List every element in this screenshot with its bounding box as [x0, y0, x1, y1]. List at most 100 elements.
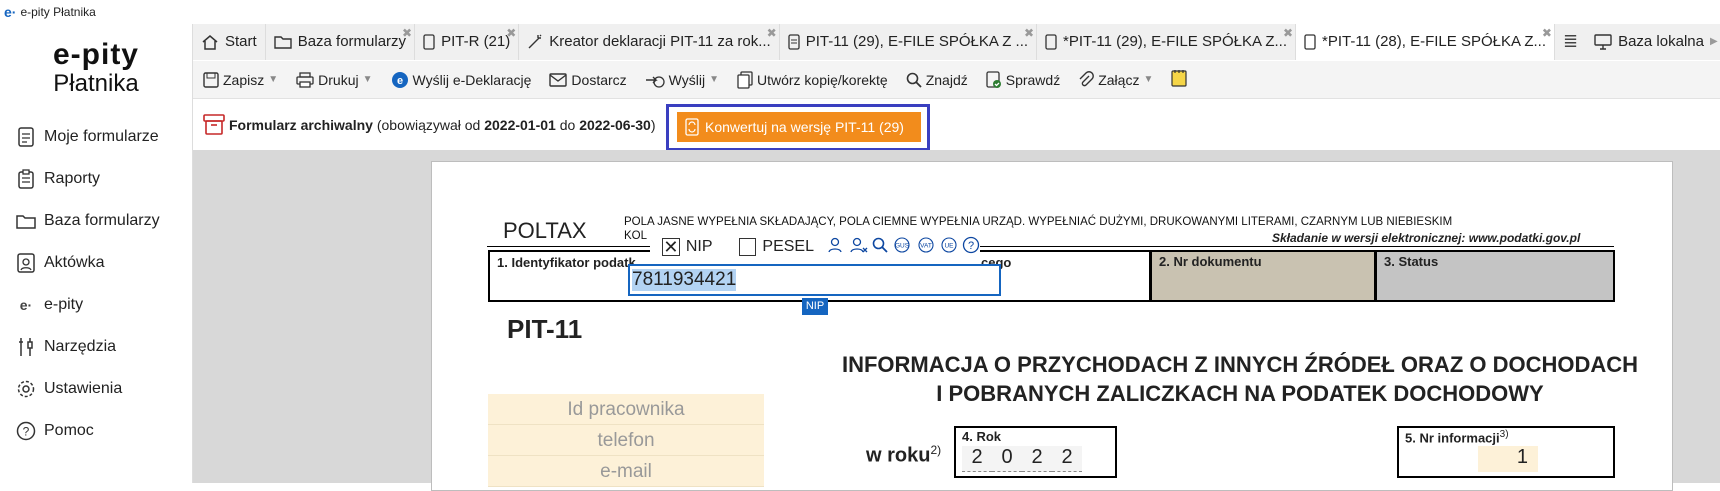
archive-to-date: 2022-06-30: [579, 117, 651, 133]
list-icon: ≣: [1562, 31, 1579, 51]
local-db-label: Baza lokalna: [1618, 33, 1704, 50]
brand-logo: e-pity Płatnika: [0, 24, 192, 98]
window-title: e-pity Płatnika: [20, 5, 96, 19]
monitor-icon: [1594, 33, 1612, 50]
close-icon[interactable]: ✖: [767, 26, 777, 40]
sidebar-item-label: Raporty: [44, 170, 101, 187]
local-db-button[interactable]: Baza lokalna ▶: [1586, 23, 1720, 60]
sidebar-item-e-pity[interactable]: e· e-pity: [0, 284, 192, 326]
sidebar-item-label: Baza formularzy: [44, 212, 160, 229]
tab-pit-r[interactable]: PIT-R (21) ✖: [415, 23, 520, 60]
email-field[interactable]: e-mail: [488, 456, 764, 487]
deliver-button[interactable]: Dostarcz: [549, 72, 627, 88]
archive-from-date: 2022-01-01: [484, 117, 556, 133]
tab-kreator[interactable]: Kreator deklaracji PIT-11 za rok... ✖: [519, 23, 780, 60]
svg-text:UE: UE: [944, 242, 954, 249]
chevron-down-icon[interactable]: ▼: [709, 74, 719, 85]
notes-button[interactable]: [1171, 69, 1187, 90]
ue-icon[interactable]: UE: [940, 236, 958, 258]
folder-icon: [273, 35, 292, 49]
tab-label: PIT-11 (29), E-FILE SPÓŁKA Z ...: [805, 33, 1029, 50]
employee-id-field[interactable]: Id pracownika: [488, 394, 764, 425]
sidebar-item-ustawienia[interactable]: Ustawienia: [0, 368, 192, 410]
gus-icon[interactable]: GUS: [892, 236, 912, 258]
find-button[interactable]: Znajdź: [906, 72, 968, 88]
pesel-option-label: PESEL: [762, 238, 814, 255]
archive-notice: Formularz archiwalny (obowiązywał od 202…: [229, 117, 656, 133]
phone-field[interactable]: telefon: [488, 425, 764, 456]
nip-value: 7811934421: [632, 269, 737, 291]
sidebar-item-narzedzia[interactable]: Narzędzia: [0, 326, 192, 368]
help-icon[interactable]: ?: [962, 236, 980, 259]
sidebar-item-label: Aktówka: [44, 254, 105, 271]
send-label: Wyślij: [668, 71, 706, 88]
sidebar-item-label: Ustawienia: [44, 380, 123, 397]
year-digit: 2: [1052, 446, 1082, 472]
tab-baza-formularzy[interactable]: Baza formularzy ✖: [265, 23, 416, 60]
sidebar-item-raporty[interactable]: Raporty: [0, 158, 192, 200]
close-icon[interactable]: ✖: [1542, 26, 1552, 40]
archive-box-icon: [203, 113, 225, 138]
check-button[interactable]: Sprawdź: [986, 70, 1060, 89]
nip-input[interactable]: 7811934421: [628, 264, 1001, 296]
print-button[interactable]: Drukuj ▼: [296, 72, 373, 88]
create-copy-button[interactable]: Utwórz kopię/korektę: [737, 70, 888, 89]
sidebar-item-baza-formularzy[interactable]: Baza formularzy: [0, 200, 192, 242]
send-button[interactable]: Wyślij ▼: [645, 71, 719, 89]
close-icon[interactable]: ✖: [1283, 26, 1293, 40]
epity-logo-icon: e·: [19, 297, 33, 313]
close-icon[interactable]: ✖: [402, 26, 412, 40]
sidebar-nav: Moje formularze Raporty Baza formularzy …: [0, 116, 192, 452]
tab-list-menu[interactable]: ≣: [1554, 23, 1587, 60]
archive-notice-bar: Formularz archiwalny (obowiązywał od 202…: [193, 100, 1720, 150]
arrow-right-icon: ▶: [1709, 36, 1718, 47]
save-icon: [203, 71, 219, 88]
close-icon[interactable]: ✖: [506, 26, 516, 40]
form-heading-line2: I POBRANYCH ZALICZKACH NA PODATEK DOCHOD…: [936, 381, 1544, 406]
year-caption-text: w roku: [866, 444, 931, 467]
close-icon[interactable]: ✖: [1024, 26, 1034, 40]
envelope-icon: [549, 72, 568, 87]
field-2-label: 2. Nr dokumentu: [1159, 254, 1262, 269]
field-1-label: 1. Identyfikator podatk: [497, 255, 636, 270]
svg-text:GUS: GUS: [895, 242, 910, 249]
form-instructions: POLA JASNE WYPEŁNIA SKŁADAJĄCY, POLA CIE…: [624, 216, 1453, 228]
svg-text:?: ?: [968, 240, 974, 252]
nip-checkbox[interactable]: ✕: [662, 237, 680, 257]
svg-text:?: ?: [23, 425, 30, 439]
create-copy-label: Utwórz kopię/korektę: [756, 71, 888, 88]
save-button[interactable]: Zapisz ▼: [203, 72, 278, 88]
send-edeclaration-button[interactable]: e Wyślij e-Deklarację: [391, 71, 531, 89]
year-input[interactable]: 2 0 2 2: [962, 446, 1082, 472]
svg-text:VAT: VAT: [920, 242, 932, 249]
attach-button[interactable]: Załącz ▼: [1078, 70, 1153, 89]
pesel-checkbox[interactable]: [738, 238, 757, 256]
document-icon: [423, 33, 435, 50]
search-icon[interactable]: [872, 237, 888, 258]
user-check-icon[interactable]: [828, 236, 846, 259]
sidebar-item-aktowka[interactable]: Aktówka: [0, 242, 192, 284]
chevron-down-icon[interactable]: ▼: [363, 74, 373, 85]
tools-icon: [16, 336, 36, 358]
tab-start[interactable]: Start: [193, 23, 266, 60]
archive-valid-prefix: (obowiązywał od: [376, 117, 485, 133]
year-caption-footnote: 2): [930, 443, 942, 457]
sidebar-item-pomoc[interactable]: ? Pomoc: [0, 410, 192, 452]
sidebar-item-label: Pomoc: [44, 422, 94, 439]
convert-version-button[interactable]: Konwertuj na wersję PIT-11 (29): [677, 112, 921, 142]
vat-icon[interactable]: VAT: [916, 236, 936, 258]
nip-option-label: NIP: [685, 238, 713, 255]
brand-line1: e-pity: [52, 38, 139, 71]
info-number-input[interactable]: 1: [1478, 446, 1538, 472]
tab-pit11-29-a[interactable]: PIT-11 (29), E-FILE SPÓŁKA Z ... ✖: [779, 23, 1038, 60]
user-remove-icon[interactable]: [850, 236, 868, 259]
chevron-down-icon[interactable]: ▼: [268, 74, 278, 85]
tab-pit11-28[interactable]: *PIT-11 (28), E-FILE SPÓŁKA Z... ✖: [1296, 23, 1555, 60]
search-icon: [906, 72, 922, 88]
app-logo-icon: e·: [4, 4, 17, 20]
sidebar-item-moje-formularze[interactable]: Moje formularze: [0, 116, 192, 158]
form-code: PIT-11: [507, 314, 583, 344]
sidebar-item-label: Narzędzia: [44, 338, 117, 355]
tab-pit11-29-b[interactable]: *PIT-11 (29), E-FILE SPÓŁKA Z... ✖: [1037, 23, 1297, 60]
chevron-down-icon[interactable]: ▼: [1143, 74, 1153, 85]
